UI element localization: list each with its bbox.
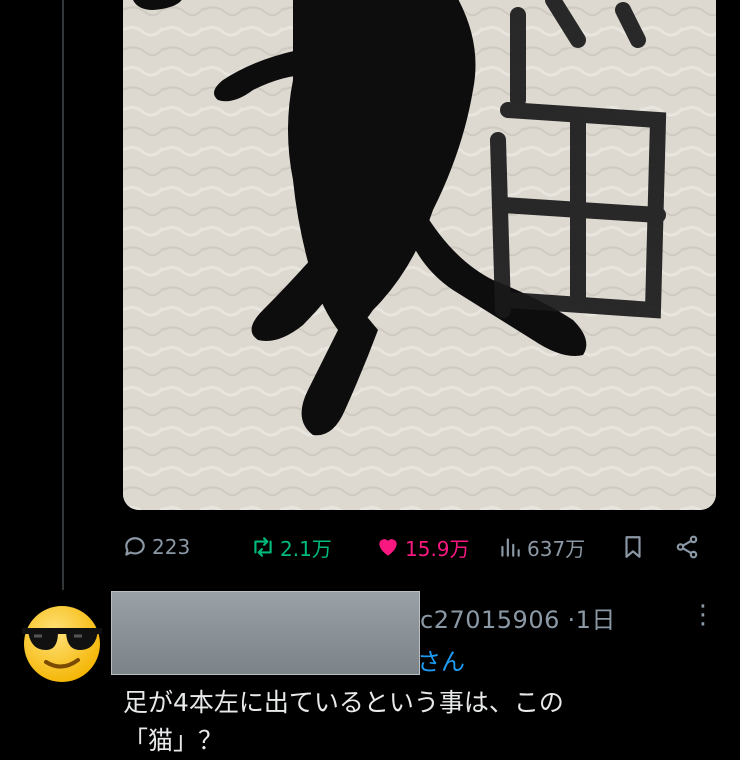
reply-author-meta[interactable]: c27015906 ·1日 bbox=[420, 600, 616, 635]
bookmark-button[interactable] bbox=[620, 528, 646, 566]
repost-count: 2.1万 bbox=[280, 536, 332, 561]
reply-avatar[interactable] bbox=[18, 598, 106, 686]
views-button[interactable]: 637万 bbox=[497, 528, 585, 566]
tweet-action-bar: 223 2.1万 15.9万 637万 bbox=[122, 528, 712, 566]
reply-handle[interactable]: c27015906 bbox=[420, 606, 560, 634]
reply-text: 足が4本左に出ているという事は、この 「猫」？ bbox=[123, 684, 703, 760]
analytics-icon bbox=[501, 538, 520, 557]
repost-button[interactable]: 2.1万 bbox=[250, 528, 332, 566]
repost-icon bbox=[254, 537, 272, 557]
tweet-photo[interactable] bbox=[123, 0, 716, 510]
replying-to-mention[interactable]: さん bbox=[417, 642, 465, 677]
reply-timestamp[interactable]: 1日 bbox=[576, 606, 616, 634]
cat-photo-image bbox=[123, 0, 716, 510]
reply-icon bbox=[125, 537, 145, 556]
sunglasses-emoji-icon bbox=[22, 606, 102, 682]
views-count: 637万 bbox=[527, 536, 586, 561]
meta-separator: · bbox=[567, 606, 576, 634]
reply-button[interactable]: 223 bbox=[122, 528, 190, 566]
redaction-box bbox=[111, 591, 420, 675]
reply-text-line-2: 「猫」？ bbox=[123, 726, 224, 755]
share-button[interactable] bbox=[674, 528, 700, 566]
like-button[interactable]: 15.9万 bbox=[375, 528, 470, 566]
bookmark-icon bbox=[625, 536, 641, 558]
reply-count: 223 bbox=[152, 535, 191, 559]
heart-icon bbox=[379, 539, 397, 556]
more-options-button[interactable]: ⋮ bbox=[690, 600, 716, 630]
reply-text-line-1: 足が4本左に出ているという事は、この bbox=[123, 688, 564, 717]
share-icon bbox=[676, 535, 698, 559]
more-icon: ⋮ bbox=[690, 600, 716, 630]
like-count: 15.9万 bbox=[405, 536, 470, 561]
thread-connector-line bbox=[62, 0, 64, 590]
